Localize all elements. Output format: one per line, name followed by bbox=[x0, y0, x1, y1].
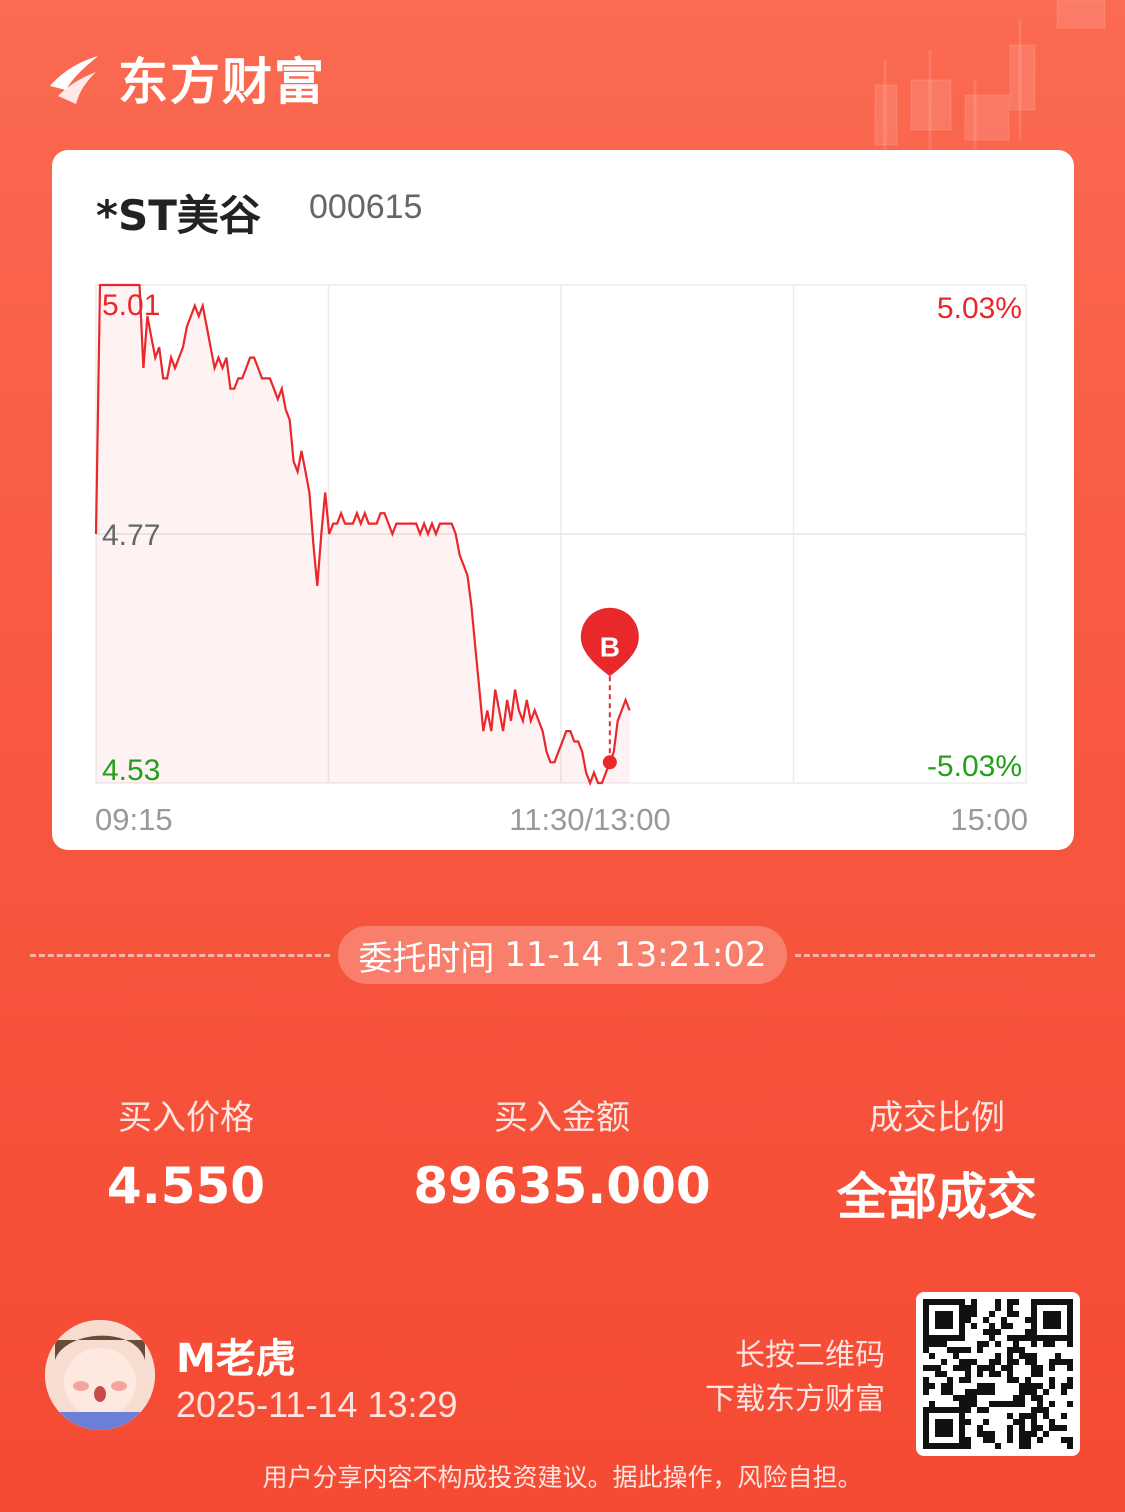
buy-marker-label: B bbox=[600, 631, 620, 662]
qr-code-icon bbox=[923, 1299, 1073, 1449]
buy-marker: B bbox=[580, 607, 639, 770]
fill-ratio-value: 全部成交 bbox=[837, 1168, 1037, 1226]
divider-left bbox=[30, 954, 330, 957]
buy-price-value: 4.550 bbox=[106, 1157, 266, 1215]
order-time-label: 委托时间 bbox=[358, 938, 495, 979]
eastmoney-logo-icon bbox=[50, 56, 98, 104]
candlestick-decoration bbox=[874, 0, 1106, 170]
buy-price-label: 买入价格 bbox=[118, 1098, 254, 1138]
post-time: 2025-11-14 13:29 bbox=[176, 1384, 458, 1425]
buy-amount-stat: 买入金额 89635.000 bbox=[412, 1090, 712, 1215]
y-tick-mid: 4.77 bbox=[102, 519, 160, 552]
fill-ratio-stat: 成交比例 全部成交 bbox=[787, 1090, 1087, 1229]
user-avatar[interactable] bbox=[45, 1320, 155, 1430]
y-tick-pct-high: 5.03% bbox=[937, 292, 1022, 325]
stock-chart-card: *ST美谷 000615 B 5.01 4.77 4.53 5.03% -5.0… bbox=[52, 150, 1074, 850]
fill-ratio-label: 成交比例 bbox=[869, 1098, 1005, 1138]
brand-logo: 东方财富 bbox=[44, 42, 326, 114]
x-tick-midday: 11:30/13:00 bbox=[509, 802, 670, 837]
brand-name: 东方财富 bbox=[118, 53, 326, 111]
disclaimer: 用户分享内容不构成投资建议。据此操作，风险自担。 bbox=[262, 1463, 863, 1492]
buy-marker-dot bbox=[602, 755, 617, 770]
y-tick-high: 5.01 bbox=[102, 289, 160, 322]
x-tick-open: 09:15 bbox=[95, 802, 173, 837]
x-tick-close: 15:00 bbox=[950, 802, 1028, 837]
qr-code[interactable] bbox=[916, 1292, 1080, 1456]
divider-right bbox=[795, 954, 1095, 957]
user-name: M老虎 bbox=[176, 1336, 296, 1382]
avatar-face-icon bbox=[45, 1320, 155, 1430]
y-tick-low: 4.53 bbox=[102, 754, 160, 787]
intraday-chart: B 5.01 4.77 4.53 5.03% -5.03% 09:15 11:3… bbox=[94, 283, 1028, 837]
y-tick-pct-low: -5.03% bbox=[927, 750, 1022, 783]
qr-hint: 长按二维码 下载东方财富 bbox=[705, 1334, 885, 1422]
order-time-pill: 委托时间 11-14 13:21:02 bbox=[338, 926, 787, 984]
buy-amount-value: 89635.000 bbox=[413, 1157, 711, 1215]
qr-hint-line1: 长按二维码 bbox=[735, 1338, 885, 1373]
buy-price-stat: 买入价格 4.550 bbox=[36, 1090, 336, 1215]
order-time-value: 11-14 13:21:02 bbox=[504, 935, 767, 975]
qr-hint-line2: 下载东方财富 bbox=[705, 1382, 885, 1417]
buy-amount-label: 买入金额 bbox=[494, 1098, 630, 1138]
